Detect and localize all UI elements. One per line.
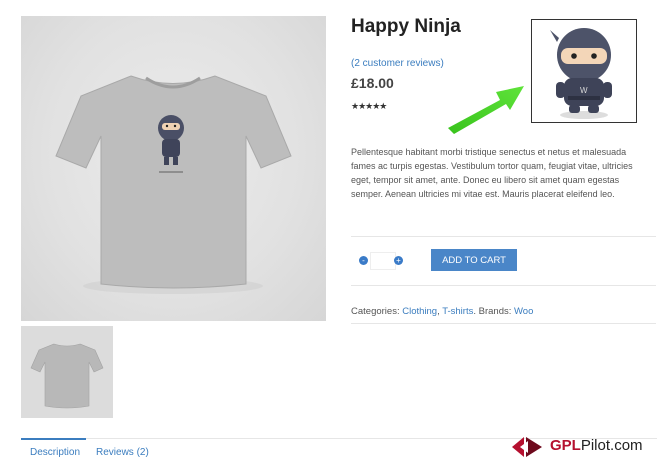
- gplpilot-logo-text: GPLPilot.com: [550, 437, 643, 454]
- category-link-clothing[interactable]: Clothing: [402, 306, 437, 317]
- divider: [351, 323, 656, 324]
- quantity-plus-button[interactable]: +: [394, 256, 403, 265]
- product-meta: Categories: Clothing, T-shirts. Brands: …: [351, 306, 534, 317]
- category-link-tshirts[interactable]: T-shirts: [442, 306, 473, 317]
- divider: [351, 236, 656, 237]
- tshirt-back-icon: [30, 343, 104, 409]
- ninja-mascot-image: W: [531, 19, 637, 123]
- gplpilot-logo: GPLPilot.com: [510, 436, 655, 458]
- customer-reviews-link[interactable]: (2 customer reviews): [351, 58, 444, 69]
- svg-text:W: W: [580, 86, 588, 95]
- gplpilot-logo-icon: [512, 437, 542, 457]
- product-thumbnail[interactable]: [21, 326, 113, 418]
- tshirt-image: [55, 75, 292, 294]
- ninja-mascot: W: [550, 28, 612, 119]
- tab-description[interactable]: Description: [30, 447, 80, 458]
- product-main-image[interactable]: [21, 16, 326, 321]
- green-arrow-icon: [448, 86, 524, 134]
- brands-label: Brands:: [478, 306, 512, 317]
- quantity-minus-button[interactable]: -: [359, 256, 368, 265]
- quantity-field[interactable]: [370, 252, 396, 270]
- brand-link-woo[interactable]: Woo: [514, 306, 533, 317]
- product-short-description: Pellentesque habitant morbi tristique se…: [351, 147, 633, 199]
- active-tab-indicator: [21, 438, 86, 440]
- categories-label: Categories:: [351, 306, 400, 317]
- add-to-cart-button[interactable]: ADD TO CART: [431, 249, 517, 271]
- product-title: Happy Ninja: [351, 16, 461, 37]
- divider: [351, 285, 656, 286]
- star-rating: ★★★★★: [351, 101, 387, 111]
- product-price: £18.00: [351, 75, 394, 91]
- tab-reviews[interactable]: Reviews (2): [96, 447, 149, 458]
